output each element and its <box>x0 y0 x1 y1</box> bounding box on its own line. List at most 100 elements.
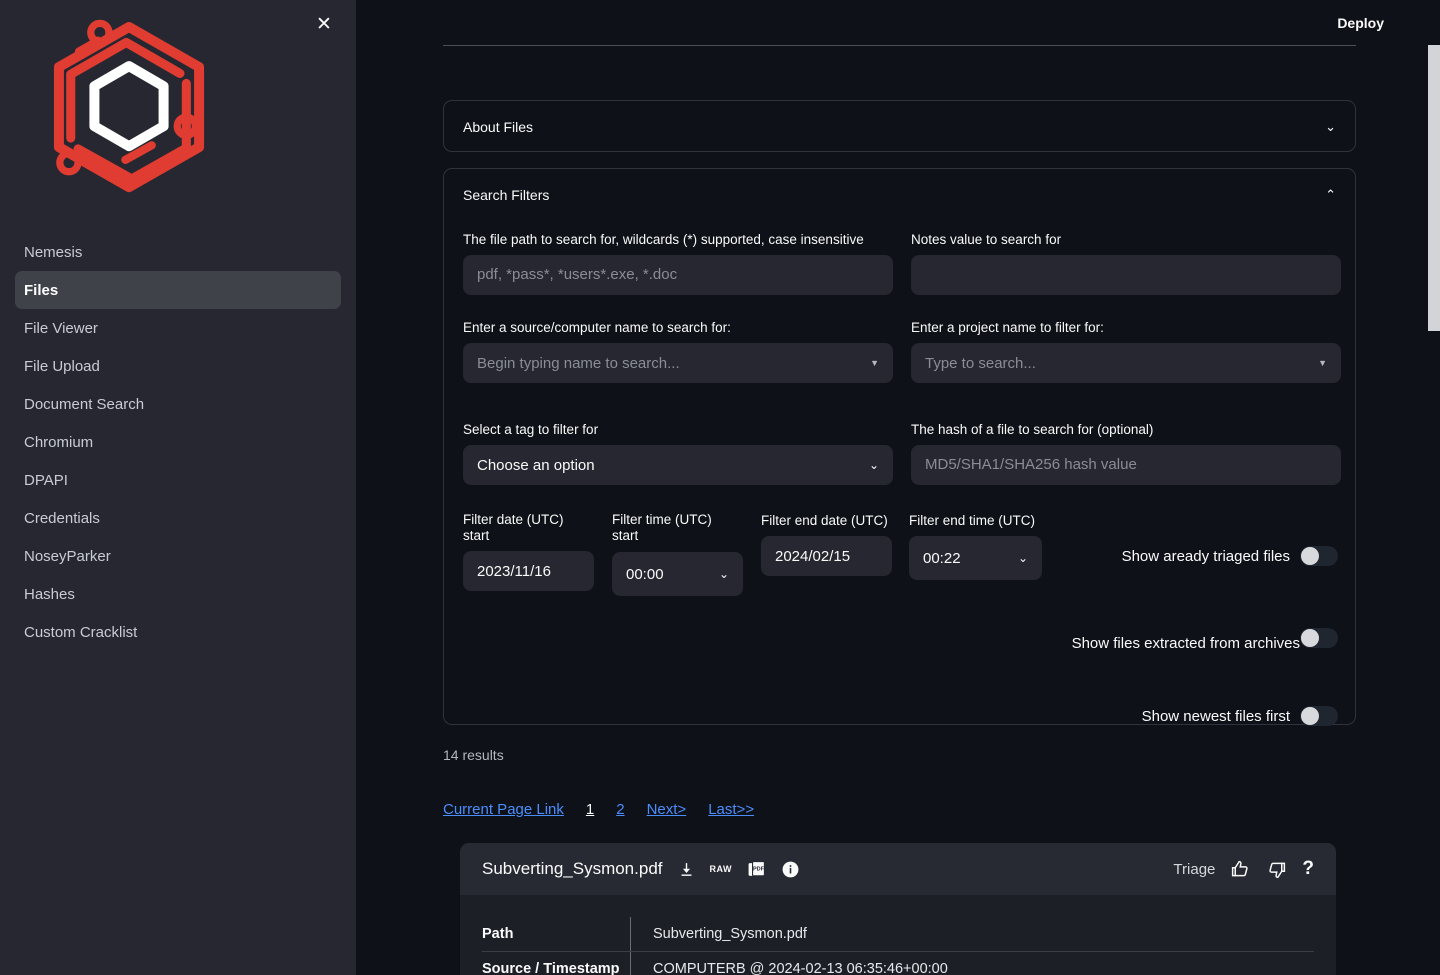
pagination: Current Page Link 1 2 Next> Last>> <box>443 801 776 818</box>
toggle-knob <box>1301 707 1319 725</box>
sidebar-item-dpapi[interactable]: DPAPI <box>15 461 341 499</box>
svg-text:PDF: PDF <box>753 866 765 872</box>
table-row: Path Subverting_Sysmon.pdf <box>482 917 1314 951</box>
toggle-label: Show newest files first <box>1141 707 1290 725</box>
toggle-label: Show files extracted from archives <box>1071 635 1300 652</box>
chevron-up-icon: ⌃ <box>1325 187 1336 202</box>
sidebar-item-label: File Upload <box>24 357 100 375</box>
file-card-header: Subverting_Sysmon.pdf RAW PDF Triage ? <box>460 843 1336 895</box>
toggle-show-archives[interactable]: Show files extracted from archives <box>1004 610 1338 653</box>
thumbs-up-icon[interactable] <box>1230 859 1251 880</box>
project-autocomplete[interactable]: Type to search... ▼ <box>911 343 1341 383</box>
sidebar-item-label: Chromium <box>24 433 94 451</box>
sidebar-item-label: Files <box>24 281 59 299</box>
sidebar-item-files[interactable]: Files <box>15 271 341 309</box>
search-filters-expander: Search Filters ⌃ The file path to search… <box>443 168 1356 726</box>
close-icon[interactable]: ✕ <box>308 8 340 40</box>
sidebar-item-file-viewer[interactable]: File Viewer <box>15 309 341 347</box>
thumbs-down-icon[interactable] <box>1266 859 1287 880</box>
source-label: Enter a source/computer name to search f… <box>463 320 731 335</box>
sidebar-item-credentials[interactable]: Credentials <box>15 499 341 537</box>
sidebar-item-label: NoseyParker <box>24 547 111 565</box>
sidebar-item-noseyparker[interactable]: NoseyParker <box>15 537 341 575</box>
file-path-label: The file path to search for, wildcards (… <box>463 232 864 247</box>
results-count: 14 results <box>443 747 504 763</box>
date-end-group: Filter end date (UTC) 2024/02/15 <box>761 513 906 576</box>
time-start-select[interactable]: 00:00 ⌄ <box>612 552 743 596</box>
about-files-expander[interactable]: About Files ⌄ <box>443 100 1356 152</box>
time-start-group: Filter time (UTC) start 00:00 ⌄ <box>612 512 762 596</box>
sidebar-item-document-search[interactable]: Document Search <box>15 385 341 423</box>
date-start-label: Filter date (UTC) start <box>463 512 564 543</box>
sidebar-item-file-upload[interactable]: File Upload <box>15 347 341 385</box>
source-autocomplete-value: Begin typing name to search... <box>477 354 680 372</box>
toggle-show-triaged[interactable]: Show aready triaged files <box>1004 546 1338 566</box>
triangle-down-icon: ▼ <box>870 358 879 368</box>
pagination-link[interactable]: 2 <box>616 801 624 818</box>
date-end-label: Filter end date (UTC) <box>761 513 888 528</box>
info-icon[interactable] <box>781 860 800 879</box>
notes-input[interactable] <box>911 255 1341 295</box>
toggle-newest-first[interactable]: Show newest files first <box>1004 706 1338 726</box>
date-end-input[interactable]: 2024/02/15 <box>761 536 892 576</box>
date-start-input[interactable]: 2023/11/16 <box>463 551 594 591</box>
file-card-actions-right: Triage ? <box>1173 858 1314 880</box>
header-divider <box>443 45 1356 46</box>
main-content: Deploy About Files ⌄ Search Filters ⌃ Th… <box>356 0 1440 975</box>
notes-label: Notes value to search for <box>911 232 1062 247</box>
tag-label: Select a tag to filter for <box>463 422 599 437</box>
sidebar: ✕ Nemesis Files File Viewer File Upload Docu… <box>0 0 356 975</box>
nemesis-logo <box>38 14 220 222</box>
time-start-label: Filter time (UTC) start <box>612 512 712 543</box>
sidebar-nav: Nemesis Files File Viewer File Upload Docume… <box>0 233 356 651</box>
toggle-label: Show aready triaged files <box>1121 547 1290 565</box>
page-scrollbar[interactable] <box>1428 45 1440 331</box>
sidebar-item-label: Hashes <box>24 585 75 603</box>
download-icon[interactable] <box>678 861 695 878</box>
sidebar-item-label: File Viewer <box>24 319 98 337</box>
chevron-down-icon: ⌄ <box>718 567 729 581</box>
pagination-link[interactable]: Current Page Link <box>443 801 564 818</box>
sidebar-item-chromium[interactable]: Chromium <box>15 423 341 461</box>
table-row-key: Path <box>482 926 514 942</box>
time-end-value: 00:22 <box>923 549 961 567</box>
pagination-link[interactable]: Last>> <box>708 801 754 818</box>
sidebar-item-label: Document Search <box>24 395 145 413</box>
toggle-switch[interactable] <box>1300 628 1338 648</box>
file-path-input[interactable] <box>463 255 893 295</box>
sidebar-item-nemesis[interactable]: Nemesis <box>15 233 341 271</box>
triangle-down-icon: ▼ <box>1318 358 1327 368</box>
sidebar-item-custom-cracklist[interactable]: Custom Cracklist <box>15 613 341 651</box>
about-files-header[interactable]: About Files ⌄ <box>444 101 1355 152</box>
sidebar-item-label: Custom Cracklist <box>24 623 138 641</box>
table-row-key: Source / Timestamp <box>482 961 620 975</box>
toggle-knob <box>1301 629 1319 647</box>
tag-select[interactable]: Choose an option ⌄ <box>463 445 893 485</box>
sidebar-item-label: Credentials <box>24 509 100 527</box>
pagination-link[interactable]: 1 <box>586 801 594 818</box>
table-row: Source / Timestamp COMPUTERB @ 2024-02-13… <box>482 951 1314 975</box>
time-start-value: 00:00 <box>626 565 664 583</box>
time-end-label: Filter end time (UTC) <box>909 513 1036 528</box>
search-filters-title: Search Filters <box>463 186 550 203</box>
source-autocomplete[interactable]: Begin typing name to search... ▼ <box>463 343 893 383</box>
hash-input[interactable] <box>911 445 1341 485</box>
date-start-group: Filter date (UTC) start 2023/11/16 <box>463 512 603 591</box>
table-row-value: COMPUTERB @ 2024-02-13 06:35:46+00:00 <box>653 961 948 975</box>
help-icon[interactable]: ? <box>1302 858 1314 880</box>
raw-button[interactable]: RAW <box>710 864 733 874</box>
sidebar-item-label: Nemesis <box>24 243 83 261</box>
tag-select-value: Choose an option <box>477 456 595 474</box>
toggle-switch[interactable] <box>1300 546 1338 566</box>
pdf-icon[interactable]: PDF <box>747 860 766 879</box>
chevron-down-icon: ⌄ <box>1325 119 1336 134</box>
project-label: Enter a project name to filter for: <box>911 320 1104 335</box>
triage-label: Triage <box>1173 860 1216 878</box>
deploy-button[interactable]: Deploy <box>1331 11 1390 35</box>
sidebar-item-hashes[interactable]: Hashes <box>15 575 341 613</box>
toggle-switch[interactable] <box>1300 706 1338 726</box>
pagination-link[interactable]: Next> <box>647 801 687 818</box>
search-filters-header[interactable]: Search Filters ⌃ <box>444 169 1355 220</box>
file-name: Subverting_Sysmon.pdf <box>482 859 663 878</box>
table-row-value: Subverting_Sysmon.pdf <box>653 926 807 942</box>
